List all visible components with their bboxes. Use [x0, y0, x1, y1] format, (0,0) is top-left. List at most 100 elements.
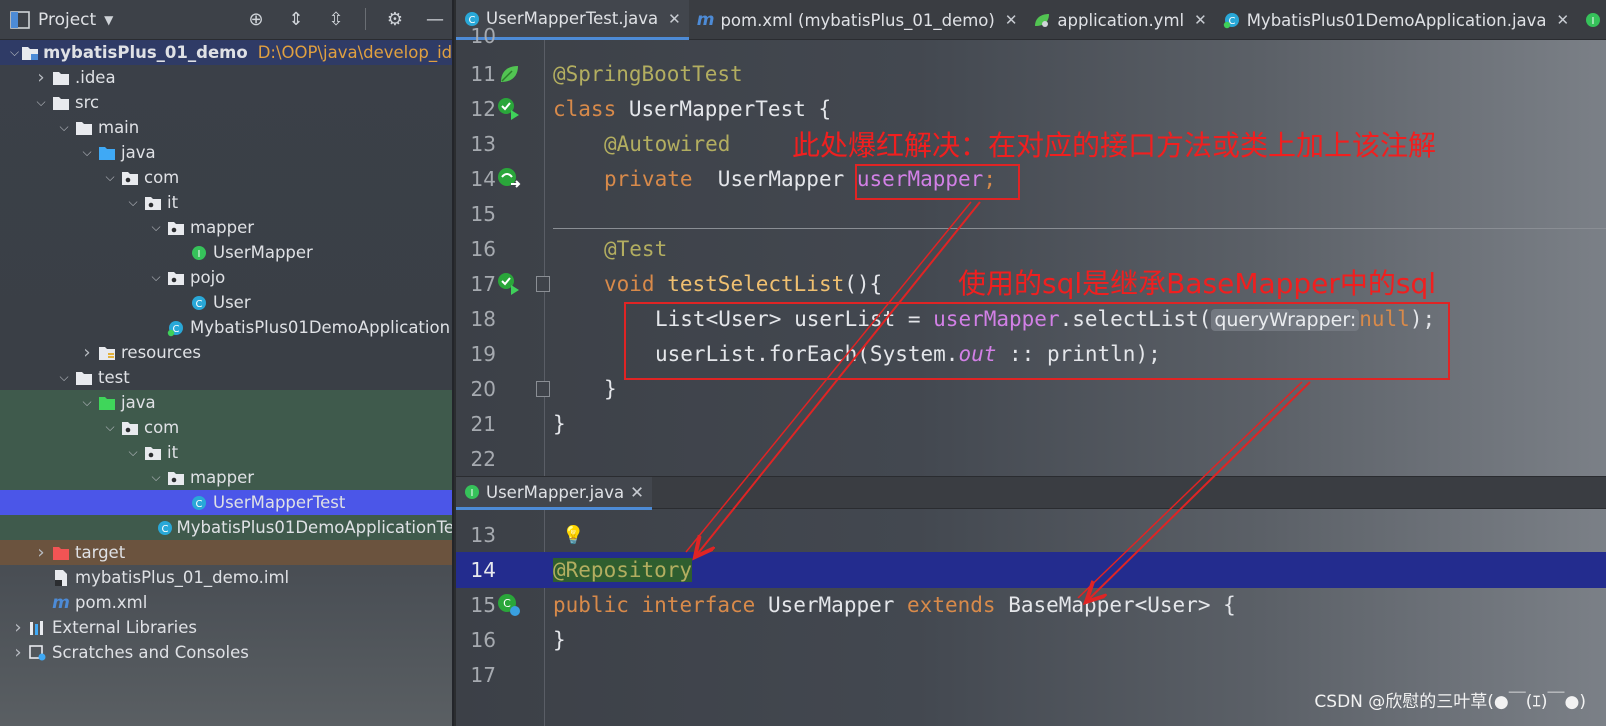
chevron-down-icon[interactable]: ⌵ [102, 420, 118, 435]
package-icon [120, 418, 140, 438]
iml-file-icon [51, 568, 71, 588]
chevron-right-icon[interactable]: › [10, 642, 26, 663]
field-type: UserMapper [692, 167, 857, 191]
keyword-void: void [604, 272, 655, 296]
tree-node-external-libraries[interactable]: › External Libraries [0, 615, 452, 640]
highlight-box-selectlist-code [624, 302, 1450, 380]
chevron-down-icon[interactable]: ⌵ [10, 45, 19, 60]
tree-node-label: mybatisPlus_01_demo [43, 43, 248, 62]
tree-node-mapper[interactable]: ⌵ mapper [0, 465, 452, 490]
tree-node-target[interactable]: › target [0, 540, 452, 565]
lightbulb-icon[interactable]: 💡 [562, 525, 584, 546]
tree-node-java[interactable]: ⌵ java [0, 390, 452, 415]
tree-node-label: UserMapperTest [213, 493, 346, 512]
top-code-editor[interactable]: 10 11 @SpringBootTest 12 class UserMappe… [456, 24, 1606, 476]
project-view-selector[interactable]: Project ▼ [10, 10, 113, 30]
tree-node-it[interactable]: ⌵ it [0, 190, 452, 215]
tree-node-mybatisplus01demoapplication[interactable]: C MybatisPlus01DemoApplication [0, 315, 452, 340]
tree-node-label: test [98, 368, 130, 387]
code-text: } [604, 377, 617, 401]
tree-node-test[interactable]: ⌵ test [0, 365, 452, 390]
tree-node-src[interactable]: ⌵ src [0, 90, 452, 115]
tree-node-pojo[interactable]: ⌵ pojo [0, 265, 452, 290]
chevron-down-icon[interactable]: ⌵ [148, 470, 164, 485]
tree-node-mybatisplus-01-demo[interactable]: ⌵ mybatisPlus_01_demo D:\OOP\java\develop_… [0, 40, 452, 65]
package-icon [166, 468, 186, 488]
spring-interface-gutter-icon[interactable]: C [494, 590, 524, 620]
tree-node-label: it [167, 443, 179, 462]
tree-node-main[interactable]: ⌵ main [0, 115, 452, 140]
tree-node-usermappertest[interactable]: C UserMapperTest [0, 490, 452, 515]
chevron-down-icon[interactable]: ⌵ [79, 395, 95, 410]
tree-node-scratches-and-consoles[interactable]: › Scratches and Consoles [0, 640, 452, 665]
chevron-down-icon[interactable]: ⌵ [56, 120, 72, 135]
chevron-down-icon[interactable]: ⌵ [56, 370, 72, 385]
tree-node-java[interactable]: ⌵ java [0, 140, 452, 165]
scratches-icon [28, 643, 48, 663]
fold-marker-icon[interactable] [536, 276, 550, 292]
run-test-gutter-icon[interactable] [494, 269, 524, 299]
tree-node-mybatisplus01demoapplicationte[interactable]: C MybatisPlus01DemoApplicationTe [0, 515, 452, 540]
keyword-extends: extends [907, 593, 996, 617]
toolbar-separator [365, 8, 366, 30]
collapse-all-icon[interactable]: ⇳ [325, 8, 347, 30]
line-number: 13 [470, 523, 496, 547]
tree-node-label: com [144, 418, 180, 437]
chevron-right-icon[interactable]: › [33, 67, 49, 88]
source-folder-icon [97, 143, 117, 163]
chevron-right-icon[interactable]: › [79, 342, 95, 363]
close-icon[interactable]: ✕ [630, 483, 644, 502]
tree-node-usermapper[interactable]: I UserMapper [0, 240, 452, 265]
line-number: 18 [470, 307, 496, 331]
folder-icon [51, 93, 71, 113]
chevron-down-icon[interactable]: ⌵ [102, 170, 118, 185]
tree-node-label: src [75, 93, 100, 112]
tree-node-label: it [167, 193, 179, 212]
svg-text:I: I [471, 488, 474, 499]
tree-node-user[interactable]: C User [0, 290, 452, 315]
tree-node-it[interactable]: ⌵ it [0, 440, 452, 465]
class-icon: C [189, 493, 209, 513]
gear-icon[interactable]: ⚙ [384, 8, 406, 30]
keyword-class: class [553, 97, 617, 121]
chevron-down-icon[interactable]: ⌵ [125, 195, 141, 210]
chevron-down-icon[interactable]: ⌵ [148, 220, 164, 235]
chevron-down-icon[interactable]: ⌵ [148, 270, 164, 285]
line-number: 22 [470, 447, 496, 471]
expand-all-icon[interactable]: ⇕ [285, 8, 307, 30]
run-tests-gutter-icon[interactable] [494, 94, 524, 124]
line-number: 21 [470, 412, 496, 436]
interface-icon: I [189, 243, 209, 263]
line-number: 12 [470, 97, 496, 121]
tree-node-label: MybatisPlus01DemoApplication [190, 318, 451, 337]
tree-node-label: mapper [190, 218, 255, 237]
tree-node-pom-xml[interactable]: m pom.xml [0, 590, 452, 615]
tree-node-idea[interactable]: › .idea [0, 65, 452, 90]
tree-node-com[interactable]: ⌵ com [0, 165, 452, 190]
tree-node-com[interactable]: ⌵ com [0, 415, 452, 440]
chevron-down-icon[interactable]: ⌵ [33, 95, 49, 110]
tree-node-mapper[interactable]: ⌵ mapper [0, 215, 452, 240]
chevron-right-icon[interactable]: › [33, 542, 49, 563]
resources-folder-icon [97, 343, 117, 363]
project-panel-header: Project ▼ ⊕ ⇕ ⇳ ⚙ — [0, 0, 452, 40]
navigate-bean-gutter-icon[interactable] [494, 164, 524, 194]
fold-marker-icon[interactable] [536, 381, 550, 397]
spring-bean-gutter-icon[interactable] [494, 59, 524, 89]
chevron-down-icon[interactable]: ⌵ [125, 445, 141, 460]
tree-node-label: target [75, 543, 126, 562]
tab-usermapper-java[interactable]: I UserMapper.java ✕ [456, 477, 652, 510]
keyword-interface: interface [641, 593, 756, 617]
class-icon: C [157, 518, 173, 538]
tree-node-mybatisplus-01-demo-iml[interactable]: mybatisPlus_01_demo.iml [0, 565, 452, 590]
tree-node-resources[interactable]: › resources [0, 340, 452, 365]
chevron-down-icon[interactable]: ⌵ [79, 145, 95, 160]
line-number: 17 [470, 272, 496, 296]
code-text: } [553, 412, 566, 436]
locate-icon[interactable]: ⊕ [245, 8, 267, 30]
keyword-private: private [604, 167, 693, 191]
chevron-right-icon[interactable]: › [10, 617, 26, 638]
code-text: BaseMapper<User> { [995, 593, 1236, 617]
package-icon [143, 443, 163, 463]
hide-panel-icon[interactable]: — [424, 8, 446, 30]
